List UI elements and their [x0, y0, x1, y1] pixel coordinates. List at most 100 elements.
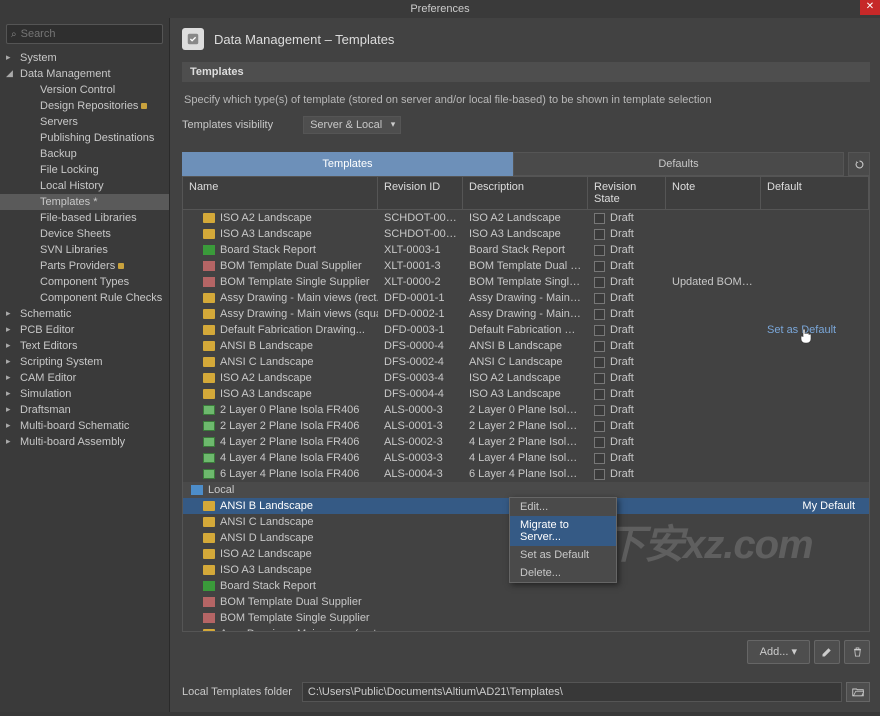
col-name[interactable]: Name	[183, 177, 378, 209]
table-row[interactable]: BOM Template Dual Supplier	[183, 594, 869, 610]
search-input[interactable]	[21, 28, 158, 40]
tree-item[interactable]: Component Rule Checks	[0, 290, 169, 306]
browse-button[interactable]	[846, 682, 870, 702]
state-checkbox[interactable]	[594, 453, 605, 464]
table-row[interactable]: Assy Drawing - Main views (rect. board 3…	[183, 626, 869, 632]
tab-templates[interactable]: Templates	[182, 152, 513, 176]
add-button[interactable]: Add... ▾	[747, 640, 810, 664]
expand-icon[interactable]: ▸	[6, 324, 11, 335]
state-checkbox[interactable]	[594, 293, 605, 304]
row-revision: ALS-0001-3	[378, 420, 463, 432]
tree-item[interactable]: File-based Libraries	[0, 210, 169, 226]
table-row[interactable]: 4 Layer 4 Plane Isola FR406ALS-0003-34 L…	[183, 450, 869, 466]
table-row[interactable]: ISO A3 LandscapeSCHDOT-0006-7ISO A3 Land…	[183, 226, 869, 242]
row-state: Draft	[610, 452, 634, 464]
tree-item[interactable]: Design Repositories	[0, 98, 169, 114]
edit-button[interactable]	[814, 640, 840, 664]
state-checkbox[interactable]	[594, 229, 605, 240]
table-row[interactable]: ISO A2 LandscapeDFS-0003-4ISO A2 Landsca…	[183, 370, 869, 386]
state-checkbox[interactable]	[594, 373, 605, 384]
state-checkbox[interactable]	[594, 261, 605, 272]
expand-icon[interactable]: ▸	[6, 340, 11, 351]
expand-icon[interactable]: ▸	[6, 420, 11, 431]
table-row[interactable]: Assy Drawing - Main views (rect. board 3…	[183, 290, 869, 306]
table-row[interactable]: BOM Template Single SupplierXLT-0000-2BO…	[183, 274, 869, 290]
state-checkbox[interactable]	[594, 357, 605, 368]
state-checkbox[interactable]	[594, 469, 605, 480]
tree-category[interactable]: ▸Schematic	[0, 306, 169, 322]
tree-item[interactable]: File Locking	[0, 162, 169, 178]
state-checkbox[interactable]	[594, 405, 605, 416]
set-default-link[interactable]: Set as Default	[767, 324, 836, 336]
expand-icon[interactable]: ▸	[6, 436, 11, 447]
group-row[interactable]: Local	[183, 482, 869, 498]
visibility-dropdown[interactable]: Server & Local	[303, 116, 401, 134]
state-checkbox[interactable]	[594, 245, 605, 256]
table-row[interactable]: BOM Template Single Supplier	[183, 610, 869, 626]
tree-category[interactable]: ▸Multi-board Assembly	[0, 434, 169, 450]
tree-category[interactable]: ▸PCB Editor	[0, 322, 169, 338]
expand-icon[interactable]: ▸	[6, 356, 11, 367]
state-checkbox[interactable]	[594, 421, 605, 432]
tree-category[interactable]: ▸System	[0, 50, 169, 66]
table-row[interactable]: ANSI B LandscapeDFS-0000-4ANSI B Landsca…	[183, 338, 869, 354]
tree-item[interactable]: Servers	[0, 114, 169, 130]
search-box[interactable]: ⌕	[6, 24, 163, 44]
tree-item[interactable]: Parts Providers	[0, 258, 169, 274]
tree-item[interactable]: Component Types	[0, 274, 169, 290]
delete-button[interactable]	[844, 640, 870, 664]
expand-icon[interactable]: ▸	[6, 52, 11, 63]
tree-item[interactable]: SVN Libraries	[0, 242, 169, 258]
tree-item[interactable]: Publishing Destinations	[0, 130, 169, 146]
menu-item[interactable]: Edit...	[510, 498, 616, 516]
menu-item[interactable]: Delete...	[510, 564, 616, 582]
tree-item[interactable]: Backup	[0, 146, 169, 162]
state-checkbox[interactable]	[594, 213, 605, 224]
col-description[interactable]: Description	[463, 177, 588, 209]
state-checkbox[interactable]	[594, 325, 605, 336]
tree-category[interactable]: ▸Multi-board Schematic	[0, 418, 169, 434]
table-row[interactable]: BOM Template Dual SupplierXLT-0001-3BOM …	[183, 258, 869, 274]
state-checkbox[interactable]	[594, 277, 605, 288]
expand-icon[interactable]: ▸	[6, 404, 11, 415]
tree-category[interactable]: ▸CAM Editor	[0, 370, 169, 386]
close-button[interactable]: ✕	[860, 0, 880, 15]
tree-item[interactable]: Version Control	[0, 82, 169, 98]
table-row[interactable]: 4 Layer 2 Plane Isola FR406ALS-0002-34 L…	[183, 434, 869, 450]
state-checkbox[interactable]	[594, 309, 605, 320]
menu-item[interactable]: Migrate to Server...	[510, 516, 616, 546]
tree-item[interactable]: Templates *	[0, 194, 169, 210]
tree-category[interactable]: ◢Data Management	[0, 66, 169, 82]
path-input[interactable]	[302, 682, 842, 702]
col-default[interactable]: Default	[761, 177, 869, 209]
col-state[interactable]: Revision State	[588, 177, 666, 209]
tree-category[interactable]: ▸Text Editors	[0, 338, 169, 354]
state-checkbox[interactable]	[594, 341, 605, 352]
tree-category[interactable]: ▸Scripting System	[0, 354, 169, 370]
state-checkbox[interactable]	[594, 389, 605, 400]
table-row[interactable]: 2 Layer 2 Plane Isola FR406ALS-0001-32 L…	[183, 418, 869, 434]
expand-icon[interactable]: ▸	[6, 388, 11, 399]
row-state: Draft	[610, 276, 634, 288]
expand-icon[interactable]: ▸	[6, 308, 11, 319]
expand-icon[interactable]: ▸	[6, 372, 11, 383]
tree-item[interactable]: Local History	[0, 178, 169, 194]
tab-defaults[interactable]: Defaults	[513, 152, 844, 176]
expand-icon[interactable]: ◢	[6, 68, 13, 79]
tree-category[interactable]: ▸Simulation	[0, 386, 169, 402]
table-row[interactable]: Assy Drawing - Main views (square board)…	[183, 306, 869, 322]
table-row[interactable]: Board Stack ReportXLT-0003-1Board Stack …	[183, 242, 869, 258]
col-revision[interactable]: Revision ID	[378, 177, 463, 209]
tree-item[interactable]: Device Sheets	[0, 226, 169, 242]
table-row[interactable]: ANSI C LandscapeDFS-0002-4ANSI C Landsca…	[183, 354, 869, 370]
table-row[interactable]: 2 Layer 0 Plane Isola FR406ALS-0000-32 L…	[183, 402, 869, 418]
col-note[interactable]: Note	[666, 177, 761, 209]
state-checkbox[interactable]	[594, 437, 605, 448]
table-row[interactable]: Default Fabrication Drawing...DFD-0003-1…	[183, 322, 869, 338]
table-row[interactable]: ISO A2 LandscapeSCHDOT-0008-8ISO A2 Land…	[183, 210, 869, 226]
menu-item[interactable]: Set as Default	[510, 546, 616, 564]
table-row[interactable]: 6 Layer 4 Plane Isola FR406ALS-0004-36 L…	[183, 466, 869, 482]
table-row[interactable]: ISO A3 LandscapeDFS-0004-4ISO A3 Landsca…	[183, 386, 869, 402]
tree-category[interactable]: ▸Draftsman	[0, 402, 169, 418]
refresh-button[interactable]	[848, 152, 870, 176]
